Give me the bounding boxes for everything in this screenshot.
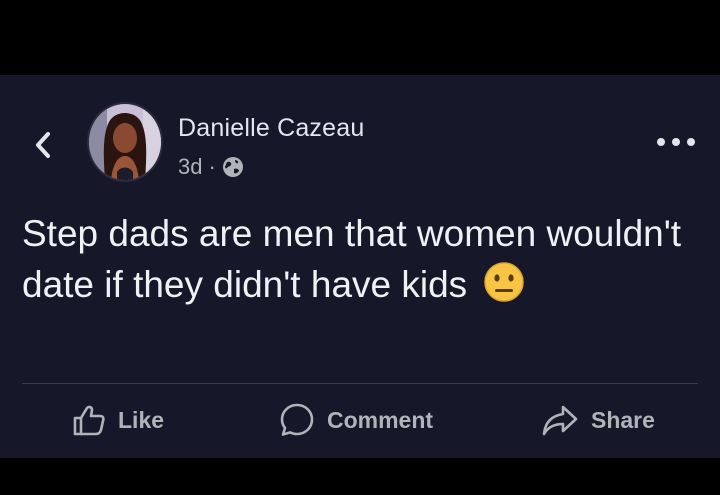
comment-button[interactable]: Comment <box>279 398 433 442</box>
globe-icon <box>222 157 243 177</box>
meta-separator: · <box>208 154 216 179</box>
comment-icon <box>280 403 314 436</box>
post-text: Step dads are men that women wouldn't da… <box>22 208 702 310</box>
share-icon <box>542 405 578 436</box>
dot <box>657 138 665 146</box>
divider <box>22 383 698 384</box>
post-time[interactable]: 3d <box>178 154 202 180</box>
share-label: Share <box>591 406 655 433</box>
chevron-left-icon <box>36 132 50 158</box>
like-label: Like <box>118 406 165 433</box>
comment-label: Comment <box>327 406 434 433</box>
author-name[interactable]: Danielle Cazeau <box>178 114 364 143</box>
more-options-button[interactable] <box>657 132 695 152</box>
share-button[interactable]: Share <box>541 398 655 442</box>
dot <box>672 138 680 146</box>
profile-photo <box>89 104 161 180</box>
neutral-face-emoji-icon <box>484 262 525 302</box>
thumbs-up-icon <box>73 405 105 436</box>
like-button[interactable]: Like <box>72 398 164 442</box>
dot <box>687 138 695 146</box>
post-meta: 3d · <box>178 153 244 181</box>
back-button[interactable] <box>30 130 56 160</box>
avatar[interactable] <box>89 104 161 180</box>
post-body: Step dads are men that women wouldn't da… <box>22 213 682 305</box>
